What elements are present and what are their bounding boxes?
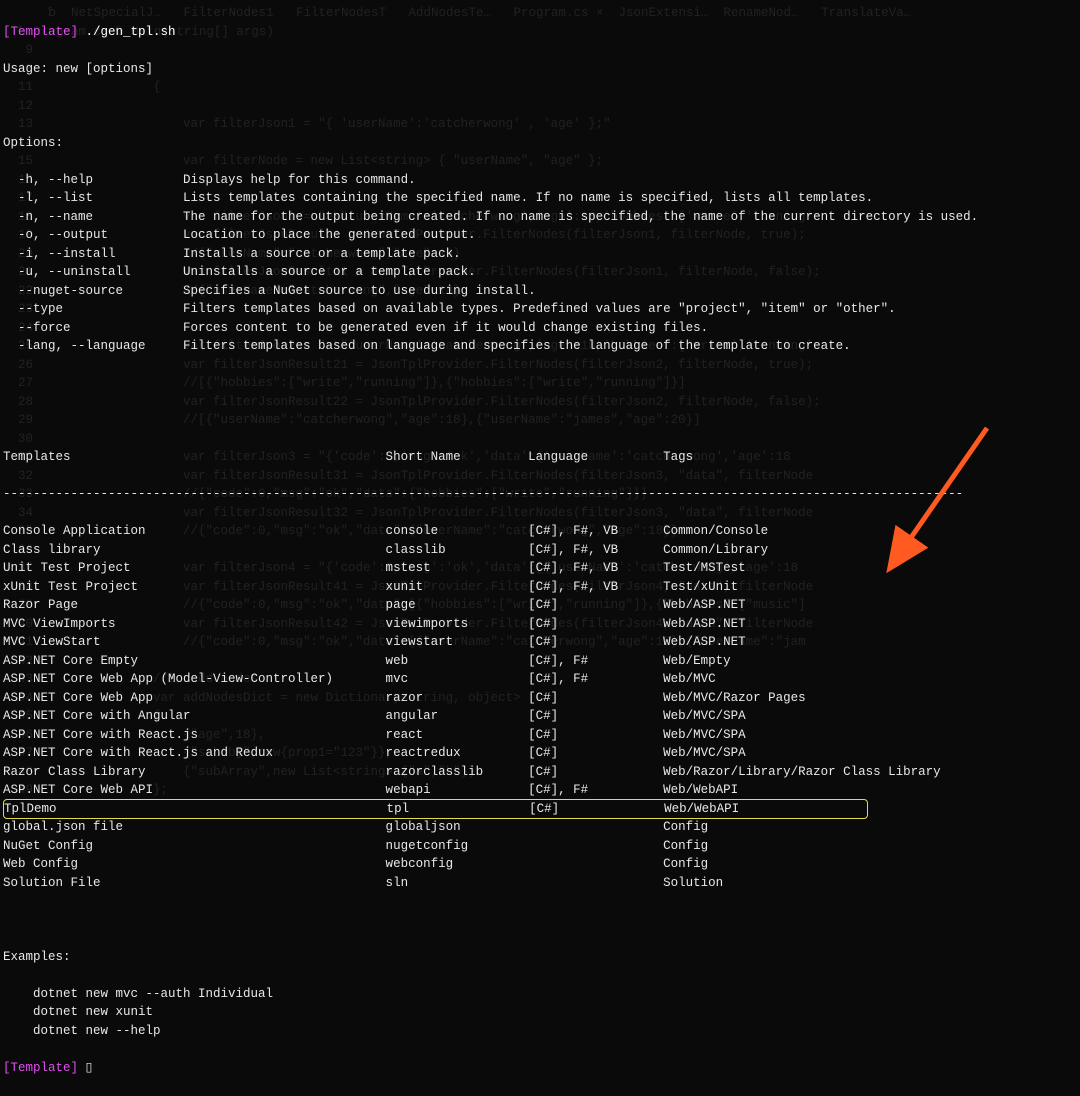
template-row: ASP.NET Core Empty web [C#], F# Web/Empt… <box>3 652 1077 671</box>
template-row: Razor Page page [C#] Web/ASP.NET <box>3 596 1077 615</box>
example-line: dotnet new --help <box>3 1022 1077 1041</box>
template-row: Razor Class Library razorclasslib [C#] W… <box>3 763 1077 782</box>
option-row: -l, --list Lists templates containing th… <box>3 189 1077 208</box>
option-row: --type Filters templates based on availa… <box>3 300 1077 319</box>
examples-header: Examples: <box>3 948 1077 967</box>
examples-list: dotnet new mvc --auth Individual dotnet … <box>3 985 1077 1041</box>
templates-header-row: Templates Short Name Language Tags <box>3 448 1077 467</box>
templates-table: Console Application console [C#], F#, VB… <box>3 522 1077 892</box>
option-row: -n, --name The name for the output being… <box>3 208 1077 227</box>
template-row: MVC ViewImports viewimports [C#] Web/ASP… <box>3 615 1077 634</box>
example-line: dotnet new xunit <box>3 1003 1077 1022</box>
template-row: Solution File sln Solution <box>3 874 1077 893</box>
template-row: ASP.NET Core Web App (Model-View-Control… <box>3 670 1077 689</box>
template-row: ASP.NET Core with Angular angular [C#] W… <box>3 707 1077 726</box>
template-row: ASP.NET Core Web API webapi [C#], F# Web… <box>3 781 1077 800</box>
option-row: -i, --install Installs a source or a tem… <box>3 245 1077 264</box>
option-row: --nuget-source Specifies a NuGet source … <box>3 282 1077 301</box>
template-row: MVC ViewStart viewstart [C#] Web/ASP.NET <box>3 633 1077 652</box>
template-row: ASP.NET Core with React.js and Redux rea… <box>3 744 1077 763</box>
template-row: Unit Test Project mstest [C#], F#, VB Te… <box>3 559 1077 578</box>
shell-prompt: [Template] <box>3 1061 78 1075</box>
shell-prompt: [Template] <box>3 25 78 39</box>
divider-line: ----------------------------------------… <box>3 485 1077 504</box>
option-row: -h, --help Displays help for this comman… <box>3 171 1077 190</box>
template-row: Console Application console [C#], F#, VB… <box>3 522 1077 541</box>
terminal-output[interactable]: [Template] ./gen_tpl.sh Usage: new [opti… <box>3 4 1077 1096</box>
template-row: ASP.NET Core with React.js react [C#] We… <box>3 726 1077 745</box>
option-row: -lang, --language Filters templates base… <box>3 337 1077 356</box>
option-row: --force Forces content to be generated e… <box>3 319 1077 338</box>
options-header: Options: <box>3 134 1077 153</box>
template-row: xUnit Test Project xunit [C#], F#, VB Te… <box>3 578 1077 597</box>
command-text: ./gen_tpl.sh <box>86 25 176 39</box>
cursor[interactable]: ▯ <box>86 1061 93 1075</box>
template-row: global.json file globaljson Config <box>3 818 1077 837</box>
template-row: NuGet Config nugetconfig Config <box>3 837 1077 856</box>
template-row-highlighted: TplDemo tpl [C#] Web/WebAPI <box>3 799 868 820</box>
usage-line: Usage: new [options] <box>3 60 1077 79</box>
option-row: -u, --uninstall Uninstalls a source or a… <box>3 263 1077 282</box>
option-row: -o, --output Location to place the gener… <box>3 226 1077 245</box>
options-list: -h, --help Displays help for this comman… <box>3 171 1077 356</box>
template-row: Class library classlib [C#], F#, VB Comm… <box>3 541 1077 560</box>
example-line: dotnet new mvc --auth Individual <box>3 985 1077 1004</box>
template-row: Web Config webconfig Config <box>3 855 1077 874</box>
template-row: ASP.NET Core Web App razor [C#] Web/MVC/… <box>3 689 1077 708</box>
